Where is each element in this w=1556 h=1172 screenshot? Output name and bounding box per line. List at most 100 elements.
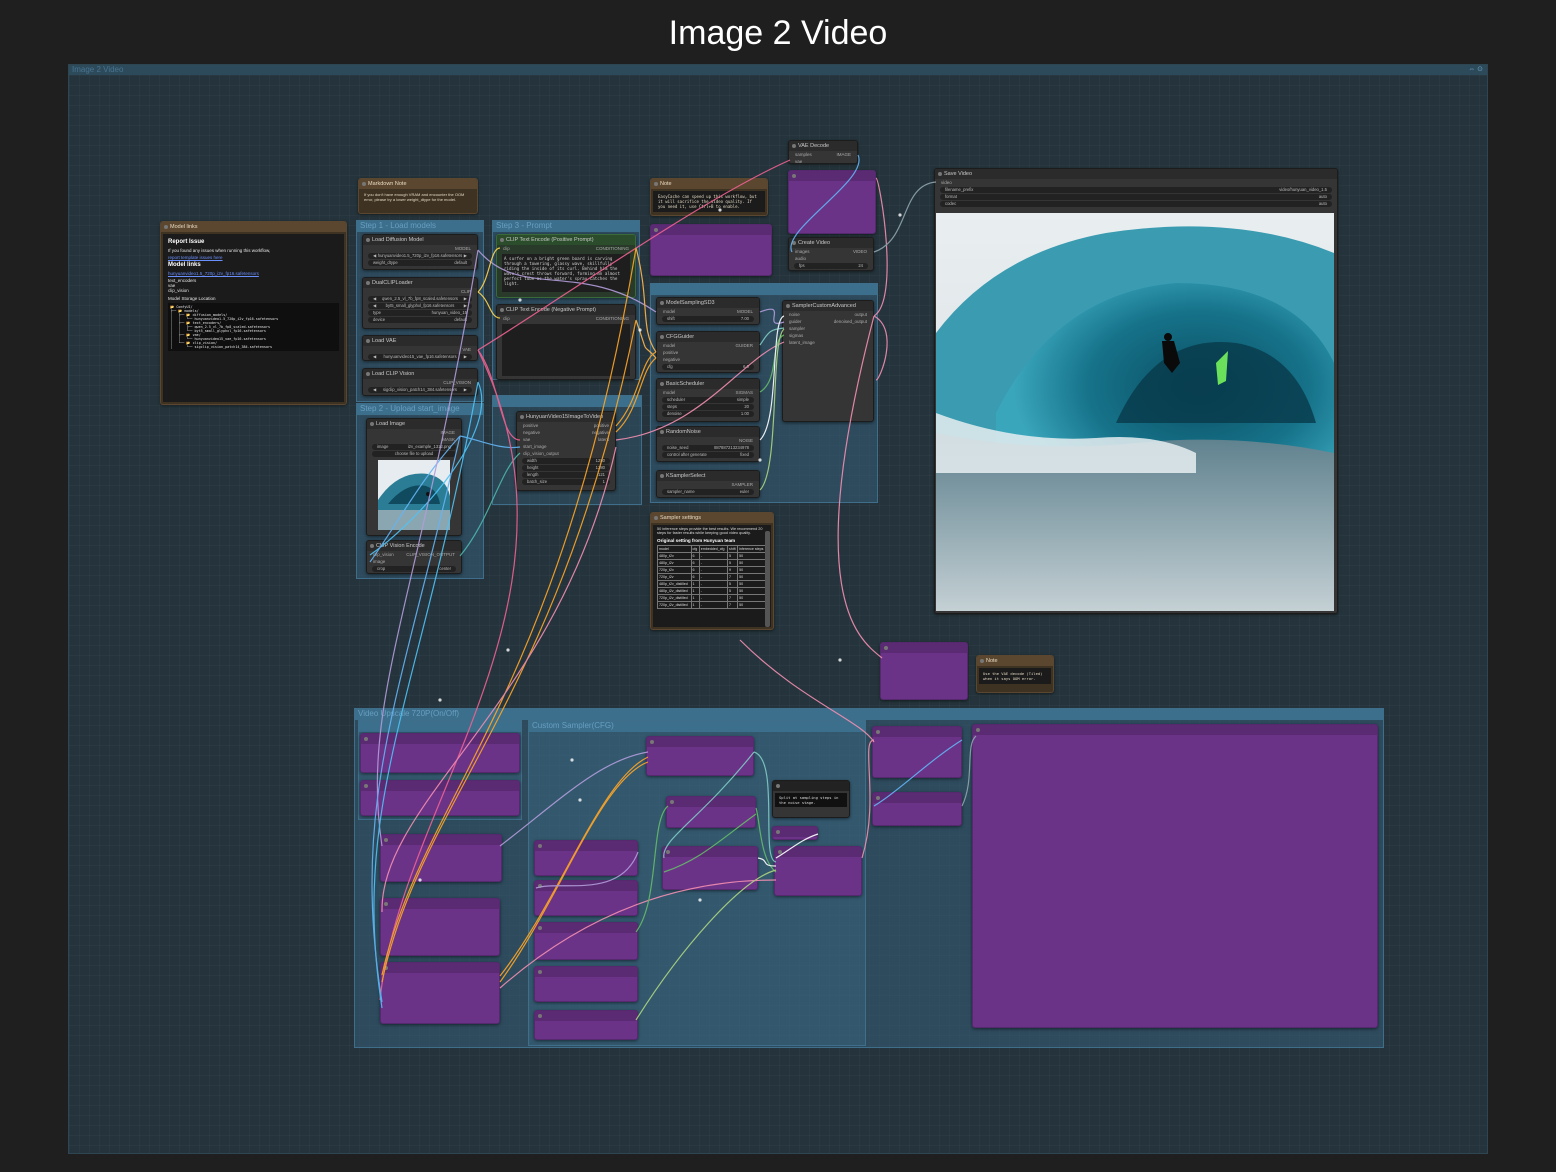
denoise-widget[interactable]: denoise 1.00 xyxy=(662,411,754,417)
sampler-name-widget[interactable]: sampler_name euler xyxy=(662,489,754,495)
upload-button[interactable]: choose file to upload xyxy=(372,451,456,457)
settings-table-row: 720p_i2v 6-7 50 xyxy=(657,573,767,581)
upscale-cfg-guider-node[interactable] xyxy=(646,736,754,776)
upscale-sampler-1-node[interactable] xyxy=(662,846,758,890)
upscale-save-video-node[interactable] xyxy=(972,724,1378,1028)
vae-name-widget[interactable]: ◀ hunyuanvideo15_vae_fp16.safetensors ▶ xyxy=(368,354,472,360)
latent-upscale-node[interactable] xyxy=(360,780,520,816)
basic-scheduler-node[interactable]: BasicScheduler model SIGMAS scheduler simp… xyxy=(656,378,760,422)
upscale-scheduler-node[interactable] xyxy=(534,922,638,960)
easycache-note[interactable]: Note EasyCache can speed up this workflo… xyxy=(650,178,768,216)
weight-dtype-widget[interactable]: weight_dtype default xyxy=(368,260,472,266)
load-clip-vision-node[interactable]: Load CLIP Vision CLIP_VISION ◀ sigclip_vi… xyxy=(362,368,478,396)
clip-type-value: hunyuan_video_15 xyxy=(431,310,467,315)
settings-table-cell: 50 xyxy=(737,594,767,602)
negative-prompt-title: CLIP Text Encode (Negative Prompt) xyxy=(497,305,635,315)
sampler-settings-note[interactable]: Sampler settings 50 inference steps prov… xyxy=(650,512,774,630)
clip-vision-encode-node[interactable]: CLIP Vision Encode clip_vision CLIP_VISIO… xyxy=(366,540,462,574)
random-noise-node[interactable]: RandomNoise NOISE noise_seed 887887213234… xyxy=(656,426,760,462)
model-sampling-node[interactable]: ModelSamplingSD3 model MODEL shift 7.00 xyxy=(656,297,760,325)
cve-row2: image xyxy=(367,558,461,565)
model-links-note[interactable]: Model links Report Issue If you found an… xyxy=(160,221,347,405)
format-widget[interactable]: format auto xyxy=(940,194,1332,200)
sca-in-guider: guider xyxy=(789,319,802,324)
vae-decode-tiled-node[interactable] xyxy=(788,170,876,234)
sampler-custom-advanced-node[interactable]: SamplerCustomAdvanced noise output guider… xyxy=(782,300,874,422)
negative-prompt-text[interactable] xyxy=(502,324,630,376)
upscale-model-loader-node[interactable] xyxy=(360,733,520,773)
codec-widget[interactable]: codec auto xyxy=(940,201,1332,207)
clip-vision-name-widget[interactable]: ◀ sigclip_vision_patch14_384.safetensors ▶ xyxy=(368,387,472,393)
model-links-title: Model links xyxy=(161,222,346,232)
easycache-node[interactable] xyxy=(650,224,772,276)
settings-table-cell: 1 xyxy=(690,587,700,595)
split-sigmas-node[interactable] xyxy=(666,796,756,828)
report-link[interactable]: report template issues here xyxy=(168,255,339,260)
upscale-create-video-node[interactable] xyxy=(872,792,962,826)
cfg-widget[interactable]: cfg 6.0 xyxy=(662,364,754,370)
upscale-noise-node[interactable] xyxy=(534,966,638,1002)
crop-widget[interactable]: crop center xyxy=(372,566,456,572)
i2v-row2: negative negative xyxy=(517,429,615,436)
control-after-generate-widget[interactable]: control after generate fixed xyxy=(662,452,754,458)
video-preview[interactable] xyxy=(936,213,1334,611)
i2v-width-widget[interactable]: width 1280 xyxy=(522,458,610,464)
fps-widget[interactable]: fps 24 xyxy=(794,263,868,269)
i2v-batch-widget[interactable]: batch_size 1 xyxy=(522,479,610,485)
i2v-height-widget[interactable]: height 1280 xyxy=(522,465,610,471)
denoise-label: denoise xyxy=(667,411,682,416)
upscale-ksampler-node[interactable] xyxy=(534,1010,638,1040)
i2v-width-value: 1280 xyxy=(595,458,605,463)
positive-prompt-node[interactable]: CLIP Text Encode (Positive Prompt) clip C… xyxy=(496,234,636,298)
filename-prefix-value: video/hunyuan_video_1.5 xyxy=(1279,187,1327,192)
unet-name-widget[interactable]: ◀ hunyuanvideo1.5_720p_i2v_fp16.safetenso… xyxy=(368,253,472,259)
load-vae-node[interactable]: Load VAE VAE ◀ hunyuanvideo15_vae_fp16.sa… xyxy=(362,335,478,361)
create-video-in-audio: audio xyxy=(795,256,807,261)
noise-seed-widget[interactable]: noise_seed 887887213234978 xyxy=(662,445,754,451)
split-note-node[interactable]: Split at sampling steps in the noise sta… xyxy=(772,780,850,818)
clip1-widget[interactable]: ◀ qwen_2.5_vl_7b_fp8_scaled.safetensors ▶ xyxy=(368,296,472,302)
upscale-model-node-2[interactable] xyxy=(380,834,502,882)
settings-table-cell: 50 xyxy=(737,552,767,560)
bypassed-decode-node[interactable] xyxy=(880,642,968,700)
clip-type-widget[interactable]: type hunyuan_video_15 xyxy=(368,310,472,316)
diffusion-model-link[interactable]: hunyuanvideo1.5_720p_i2v_fp16.safetensor… xyxy=(168,271,339,276)
i2v-length-widget[interactable]: length 121 xyxy=(522,472,610,478)
shift-widget[interactable]: shift 7.00 xyxy=(662,316,754,322)
clip-device-widget[interactable]: device default xyxy=(368,317,472,323)
sca-row4: sigmas xyxy=(783,332,873,339)
upscale-vae-decode-node[interactable] xyxy=(872,726,962,778)
ksampler-select-node[interactable]: KSamplerSelect SAMPLER sampler_name euler xyxy=(656,470,760,498)
scheduler-widget[interactable]: scheduler simple xyxy=(662,397,754,403)
upscale-i2v-node[interactable] xyxy=(380,962,500,1024)
image-select-widget[interactable]: image i2v_example_1312.png xyxy=(372,444,456,450)
markdown-note[interactable]: Markdown Note If you don't have enough V… xyxy=(358,178,478,214)
clip2-widget[interactable]: ◀ byt5_small_glyphxl_fp16.safetensors ▶ xyxy=(368,303,472,309)
settings-table-cell: 5 xyxy=(726,552,739,560)
upscale-sampler-2-node[interactable] xyxy=(774,846,862,896)
weight-dtype-label: weight_dtype xyxy=(373,260,398,265)
image-select-value: i2v_example_1312.png xyxy=(407,444,451,449)
sampler-settings-scrollbar[interactable] xyxy=(765,531,770,627)
scheduler-label: scheduler xyxy=(667,397,686,402)
filename-prefix-widget[interactable]: filename_prefix video/hunyuan_video_1.5 xyxy=(940,187,1332,193)
upscale-model-sampling-node[interactable] xyxy=(534,840,638,876)
load-diffusion-model-node[interactable]: Load Diffusion Model MODEL ◀ hunyuanvideo… xyxy=(362,234,478,270)
positive-prompt-text[interactable]: A surfer on a bright green board is carv… xyxy=(502,254,630,292)
disable-noise-node[interactable] xyxy=(772,826,818,840)
upscale-guider-node[interactable] xyxy=(534,880,638,916)
upscale-latent-node[interactable] xyxy=(380,898,500,956)
negative-prompt-node[interactable]: CLIP Text Encode (Negative Prompt) clip C… xyxy=(496,304,636,380)
vae-decode-node[interactable]: VAE Decode samples IMAGE vae xyxy=(788,140,858,164)
settings-table-header-cell: model xyxy=(657,545,692,553)
create-video-node[interactable]: Create Video images VIDEO audio fps 24 xyxy=(788,237,874,271)
dual-clip-loader-node[interactable]: DualCLIPLoader CLIP ◀ qwen_2.5_vl_7b_fp8_… xyxy=(362,277,478,329)
steps-widget[interactable]: steps 20 xyxy=(662,404,754,410)
oom-note[interactable]: Note Use the VAE decode (Tiled) when it … xyxy=(976,655,1054,693)
create-video-in-images: images xyxy=(795,249,810,254)
canvas-controls-icon[interactable]: ⇔ ⊙ xyxy=(1468,65,1483,73)
cfg-guider-node[interactable]: CFGGuider model GUIDER positive negative … xyxy=(656,331,760,373)
crop-value: center xyxy=(439,566,451,571)
settings-table-cell: 7 xyxy=(726,573,739,581)
hunyuan-i2v-node[interactable]: HunyuanVideo15ImageToVideo positive posit… xyxy=(516,411,616,491)
